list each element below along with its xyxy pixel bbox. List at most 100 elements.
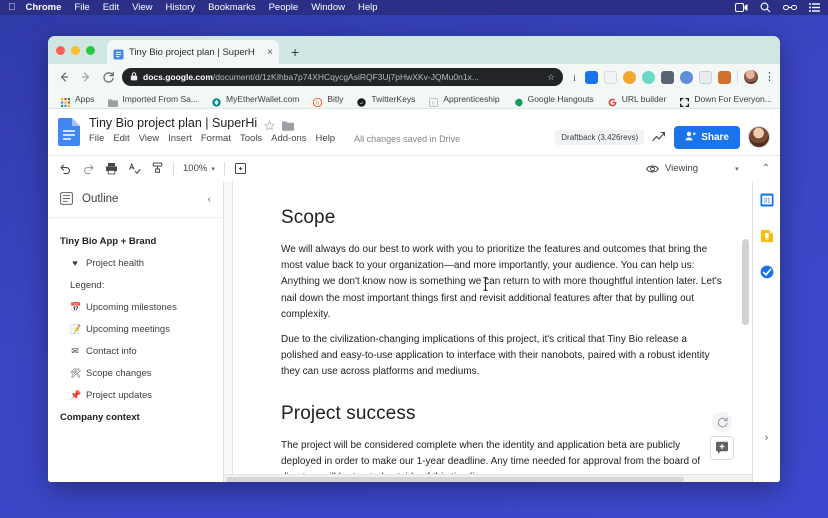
screen-record-icon[interactable] [735, 3, 748, 12]
menu-item-view[interactable]: View [132, 2, 152, 13]
pocket-icon[interactable] [585, 71, 598, 84]
google-calendar-icon[interactable]: 31 [760, 193, 774, 207]
docs-menu-insert[interactable]: Insert [168, 133, 192, 144]
bookmark-down-for-everyone[interactable]: Down For Everyon... [675, 94, 776, 104]
docs-menu-addons[interactable]: Add-ons [271, 133, 306, 144]
svg-text:b: b [316, 101, 319, 107]
loom-icon[interactable] [642, 71, 655, 84]
svg-text:i: i [573, 73, 576, 83]
trending-up-icon[interactable] [652, 130, 666, 144]
outline-item-contact-info[interactable]: ✉ Contact info [48, 340, 223, 362]
mode-chevron-down-icon[interactable]: ▾ [735, 165, 739, 173]
undo-icon[interactable] [58, 162, 72, 176]
zoom-control[interactable]: 100% ▾ [183, 163, 215, 174]
tab-title: Tiny Bio project plan | SuperH [129, 47, 262, 58]
vertical-scrollbar[interactable] [742, 239, 749, 325]
bookmark-twitterkeys[interactable]: TwitterKeys [352, 94, 420, 104]
user-avatar[interactable] [748, 126, 770, 148]
bookmark-myetherwallet[interactable]: MyEtherWallet.com [207, 94, 304, 104]
minimize-window-button[interactable] [71, 46, 80, 55]
forward-icon[interactable] [78, 69, 94, 85]
outline-item-company-context[interactable]: Company context [48, 406, 223, 428]
maximize-window-button[interactable] [86, 46, 95, 55]
briefcase-icon[interactable] [718, 71, 731, 84]
bookmark-url-builder[interactable]: URL builder [603, 94, 672, 104]
paragraph-scope-1: We will always do our best to work with … [281, 242, 723, 323]
close-icon[interactable]: × [267, 47, 273, 58]
notion-icon[interactable] [699, 71, 712, 84]
docs-menu-file[interactable]: File [89, 133, 104, 144]
close-window-button[interactable] [56, 46, 65, 55]
menu-item-chrome[interactable]: Chrome [26, 2, 62, 13]
print-icon[interactable] [104, 162, 118, 176]
chrome-menu-icon[interactable]: ⋮ [764, 74, 772, 80]
add-comment-icon[interactable] [710, 436, 734, 460]
docs-menu-help[interactable]: Help [316, 133, 336, 144]
docs-menu-tools[interactable]: Tools [240, 133, 262, 144]
outline-item-project-updates[interactable]: 📌 Project updates [48, 384, 223, 406]
document-page[interactable]: Scope We will always do our best to work… [232, 181, 752, 475]
apple-logo-icon[interactable]:  [8, 3, 16, 13]
outline-item-label: Tiny Bio App + Brand [60, 236, 156, 247]
google-docs-icon[interactable] [58, 118, 82, 148]
draftback-button[interactable]: Draftback (3,426revs) [555, 130, 644, 145]
outline-item-tiny-bio-app-brand[interactable]: Tiny Bio App + Brand [48, 230, 223, 252]
outline-item-upcoming-meetings[interactable]: 📝 Upcoming meetings [48, 318, 223, 340]
bookmarks-bar: Apps Imported From Sa... MyEtherWallet.c… [48, 90, 780, 109]
menu-item-window[interactable]: Window [311, 2, 345, 13]
browser-tab-active[interactable]: Tiny Bio project plan | SuperH × [107, 40, 279, 64]
menu-item-bookmarks[interactable]: Bookmarks [208, 2, 256, 13]
version-history-icon[interactable] [712, 412, 732, 432]
bookmark-star-icon[interactable]: ☆ [541, 72, 555, 83]
share-button[interactable]: Share [674, 126, 740, 149]
docs-menu-format[interactable]: Format [201, 133, 231, 144]
horizontal-scrollbar[interactable] [224, 474, 752, 482]
redo-icon[interactable] [81, 162, 95, 176]
paint-format-icon[interactable] [150, 162, 164, 176]
metamask-icon[interactable] [680, 71, 693, 84]
list-icon[interactable] [809, 3, 820, 12]
mode-selector[interactable]: Viewing [646, 162, 698, 176]
menu-item-edit[interactable]: Edit [103, 2, 119, 13]
select-tool-icon[interactable] [234, 162, 248, 176]
window-controls[interactable] [56, 36, 107, 64]
outline-item-scope-changes[interactable]: 🛠 Scope changes [48, 362, 223, 384]
address-bar[interactable]: docs.google.com/document/d/1zKIhba7p74XH… [122, 68, 563, 86]
spellcheck-icon[interactable] [127, 162, 141, 176]
bookmark-label: Imported From Sa... [122, 94, 198, 104]
google-keep-icon[interactable] [760, 229, 774, 243]
bookmark-bitly[interactable]: b Bitly [308, 94, 348, 104]
outline-item-legend[interactable]: Legend: [48, 274, 223, 296]
menu-item-history[interactable]: History [166, 2, 196, 13]
outline-item-project-health[interactable]: ♥ Project health [48, 252, 223, 274]
horizontal-scrollbar-thumb[interactable] [226, 477, 684, 482]
bookmark-apps[interactable]: Apps [56, 94, 99, 104]
profile-avatar[interactable] [744, 70, 758, 84]
menu-item-people[interactable]: People [269, 2, 299, 13]
menu-item-file[interactable]: File [74, 2, 89, 13]
outline-title: Outline [82, 193, 200, 205]
docs-menu-edit[interactable]: Edit [113, 133, 129, 144]
docs-menu-view[interactable]: View [139, 133, 159, 144]
back-icon[interactable] [56, 69, 72, 85]
grammarly-icon[interactable] [604, 71, 617, 84]
honey-icon[interactable] [623, 71, 636, 84]
reload-icon[interactable] [100, 69, 116, 85]
bookmark-imported[interactable]: Imported From Sa... [103, 94, 203, 104]
expand-side-panel-icon[interactable]: › [765, 432, 769, 444]
new-tab-button[interactable]: + [291, 44, 299, 60]
bookmark-apprenticeship[interactable]: c Apprenticeship [424, 94, 504, 104]
search-icon[interactable] [760, 2, 771, 13]
collapse-outline-icon[interactable]: ‹ [208, 194, 211, 205]
control-center-icon[interactable] [783, 4, 797, 11]
google-tasks-icon[interactable] [760, 265, 774, 279]
collapse-toolbar-icon[interactable]: ⌃ [762, 163, 770, 174]
bitwarden-icon[interactable] [661, 71, 674, 84]
bookmark-google-hangouts[interactable]: Google Hangouts [509, 94, 599, 104]
page-title[interactable]: Tiny Bio project plan | SuperHi [89, 116, 257, 130]
menu-item-help[interactable]: Help [358, 2, 378, 13]
info-icon[interactable]: i [569, 69, 579, 85]
outline-item-upcoming-milestones[interactable]: 📅 Upcoming milestones [48, 296, 223, 318]
folder-move-icon[interactable] [282, 118, 293, 129]
star-icon[interactable] [264, 118, 275, 129]
